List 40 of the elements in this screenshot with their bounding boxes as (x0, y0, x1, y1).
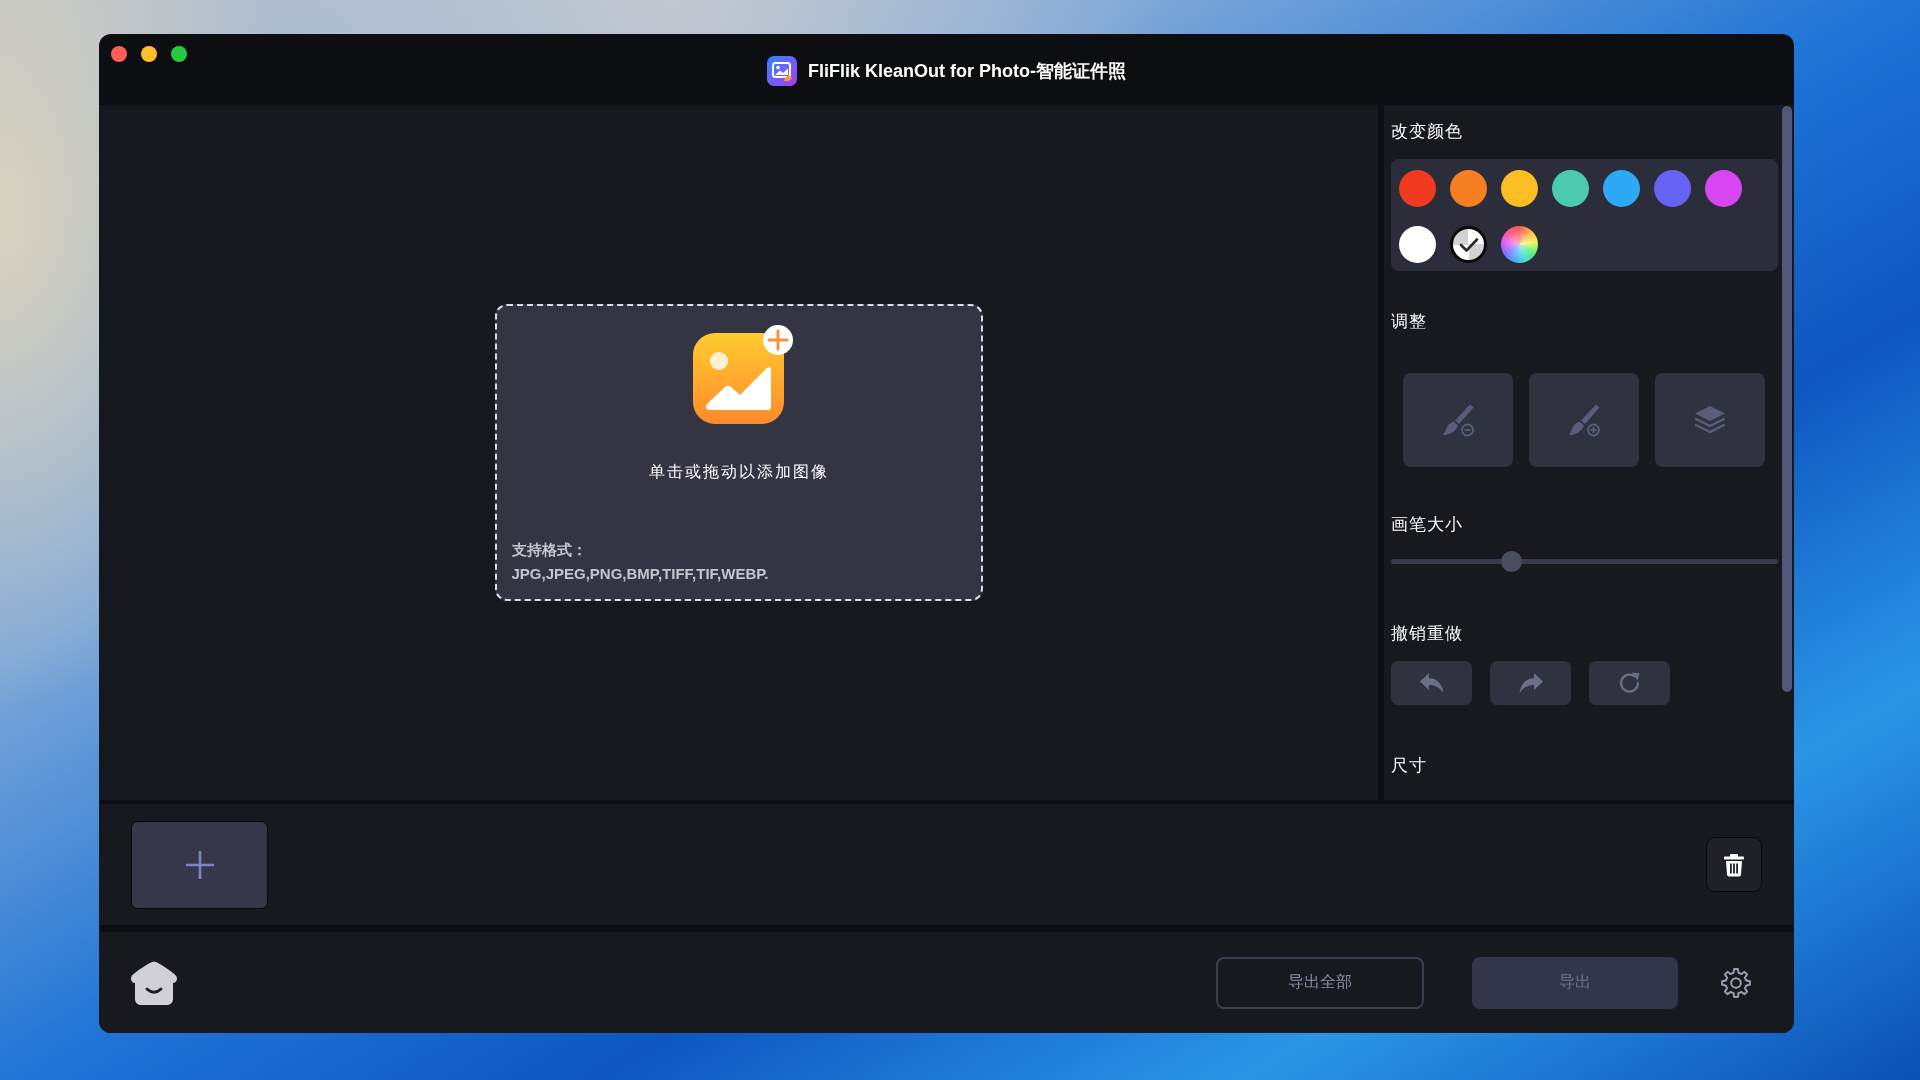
close-button[interactable] (111, 46, 127, 62)
color-swatch[interactable] (1399, 226, 1436, 263)
color-swatch[interactable] (1603, 170, 1640, 207)
scrollbar[interactable] (1782, 106, 1792, 692)
add-image-icon (693, 325, 794, 425)
refresh-icon (1617, 671, 1642, 695)
color-swatch[interactable] (1705, 170, 1742, 207)
brush-size-slider[interactable] (1391, 551, 1778, 572)
section-heading: 尺寸 (1391, 755, 1427, 777)
section-heading: 撤销重做 (1391, 623, 1463, 645)
window-title: FliFlik KleanOut for Photo-智能证件照 (808, 59, 1126, 83)
maximize-button[interactable] (171, 46, 187, 62)
section-heading: 调整 (1391, 311, 1427, 333)
section-heading: 画笔大小 (1391, 514, 1463, 536)
formats-label: 支持格式： (511, 540, 588, 560)
check-icon (1458, 236, 1479, 253)
section-heading: 改变颜色 (1391, 121, 1463, 143)
transparent-swatch[interactable] (1450, 226, 1487, 263)
redo-arrow-icon (1517, 672, 1544, 694)
color-wheel-swatch[interactable] (1501, 226, 1538, 263)
color-swatch[interactable] (1399, 170, 1436, 207)
slider-thumb[interactable] (1500, 551, 1522, 572)
add-image-prompt: 单击或拖动以添加图像 (648, 462, 829, 482)
brush-plus-icon (1567, 403, 1601, 437)
color-swatch[interactable] (1654, 170, 1691, 207)
trash-icon (1723, 852, 1745, 877)
app-icon (767, 55, 797, 86)
minimize-button[interactable] (141, 46, 157, 62)
layers-icon (1693, 405, 1727, 435)
drop-zone[interactable]: 单击或拖动以添加图像 支持格式： JPG,JPEG,PNG,BMP,TIFF,TIF,WEBP. (494, 304, 983, 601)
brush-minus-icon (1441, 403, 1475, 437)
color-swatch[interactable] (1501, 170, 1538, 207)
undo-arrow-icon (1418, 672, 1445, 694)
color-swatch[interactable] (1552, 170, 1589, 207)
color-swatch[interactable] (1450, 170, 1487, 207)
formats-list: JPG,JPEG,PNG,BMP,TIFF,TIF,WEBP. (511, 562, 769, 586)
plus-icon (185, 850, 214, 879)
home-icon[interactable] (129, 959, 179, 1006)
settings-icon[interactable] (1720, 966, 1752, 999)
delete-button[interactable] (1706, 837, 1762, 892)
